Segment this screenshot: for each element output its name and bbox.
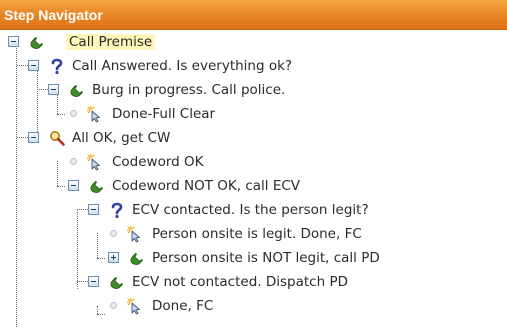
tree-node-label[interactable]: Person onsite is legit. Done, FC [152,226,362,242]
tree-connector [17,137,28,138]
tree-node-label[interactable]: Codeword NOT OK, call ECV [112,178,300,194]
phone-icon [128,249,146,267]
tree-connector [97,233,98,258]
panel-title: Step Navigator [4,7,103,23]
tree-node-burg-in-progress[interactable]: Burg in progress. Call police. [37,78,468,102]
tree-node-ecv-not-contacted[interactable]: ECV not contacted. Dispatch PD [77,270,498,294]
tree-connector [57,114,65,115]
tree-node-label[interactable]: Person onsite is NOT legit, call PD [152,250,380,266]
finish-cursor-icon [126,297,144,315]
tree-node-label[interactable]: Burg in progress. Call police. [92,82,285,98]
leaf-bullet [110,230,117,237]
tree-node-label[interactable]: ECV not contacted. Dispatch PD [132,274,348,290]
tree-connector [37,89,48,90]
phone-icon [68,81,86,99]
leaf-bullet [70,158,77,165]
phone-icon [28,33,46,51]
tree-node-call-answered[interactable]: Call Answered. Is everything ok? [17,54,448,78]
collapse-toggle[interactable] [28,60,39,71]
collapse-toggle[interactable] [8,36,19,47]
question-icon [48,57,66,75]
tree-connector [17,65,28,66]
tree-connector [97,314,105,315]
tree-node-label[interactable]: Call Premise [66,34,156,50]
tree-connector [77,209,78,289]
tree-node-done-full-clear[interactable]: Done-Full Clear [68,102,468,126]
phone-icon [88,177,106,195]
tree-connector [97,306,98,314]
leaf-bullet [70,110,77,117]
tree-node-ecv-contacted[interactable]: ECV contacted. Is the person legit? [77,198,498,222]
tree-connector [77,281,88,282]
tree-node-done-fc[interactable]: Done, FC [108,294,503,318]
tree-node-label[interactable]: Done, FC [152,298,213,314]
tree-node-label[interactable]: All OK, get CW [72,130,170,146]
question-icon [108,201,126,219]
tree-node-person-legit[interactable]: Person onsite is legit. Done, FC [108,222,503,246]
phone-icon [108,273,126,291]
tree-node-person-not-legit[interactable]: Person onsite is NOT legit, call PD [108,246,503,270]
tree-connector [97,258,105,259]
collapse-toggle[interactable] [88,276,99,287]
expand-toggle[interactable] [108,252,119,263]
tree-node-label[interactable]: ECV contacted. Is the person legit? [132,202,369,218]
finish-cursor-icon [86,153,104,171]
tree-node-all-ok[interactable]: All OK, get CW [17,126,448,150]
collapse-toggle[interactable] [68,180,79,191]
tree-connector [57,161,58,186]
tree-node-label[interactable]: Codeword OK [112,154,204,170]
tree-connector [16,41,17,327]
magnifier-icon [48,129,66,147]
collapse-toggle[interactable] [48,84,59,95]
tree-connector [57,186,65,187]
tree-connector [77,209,88,210]
collapse-toggle[interactable] [88,204,99,215]
tree-node-codeword-not-ok[interactable]: Codeword NOT OK, call ECV [68,174,488,198]
tree-node-codeword-ok[interactable]: Codeword OK [68,150,468,174]
finish-cursor-icon [126,225,144,243]
panel-header: Step Navigator [0,0,507,30]
tree-node-call-premise[interactable]: Call Premise [8,30,308,54]
collapse-toggle[interactable] [28,132,39,143]
tree-node-label[interactable]: Call Answered. Is everything ok? [72,58,292,74]
finish-cursor-icon [86,105,104,123]
step-tree: Call Premise Call Answered. Is everythin… [0,30,507,327]
tree-node-label[interactable]: Done-Full Clear [112,106,215,122]
leaf-bullet [110,302,117,309]
